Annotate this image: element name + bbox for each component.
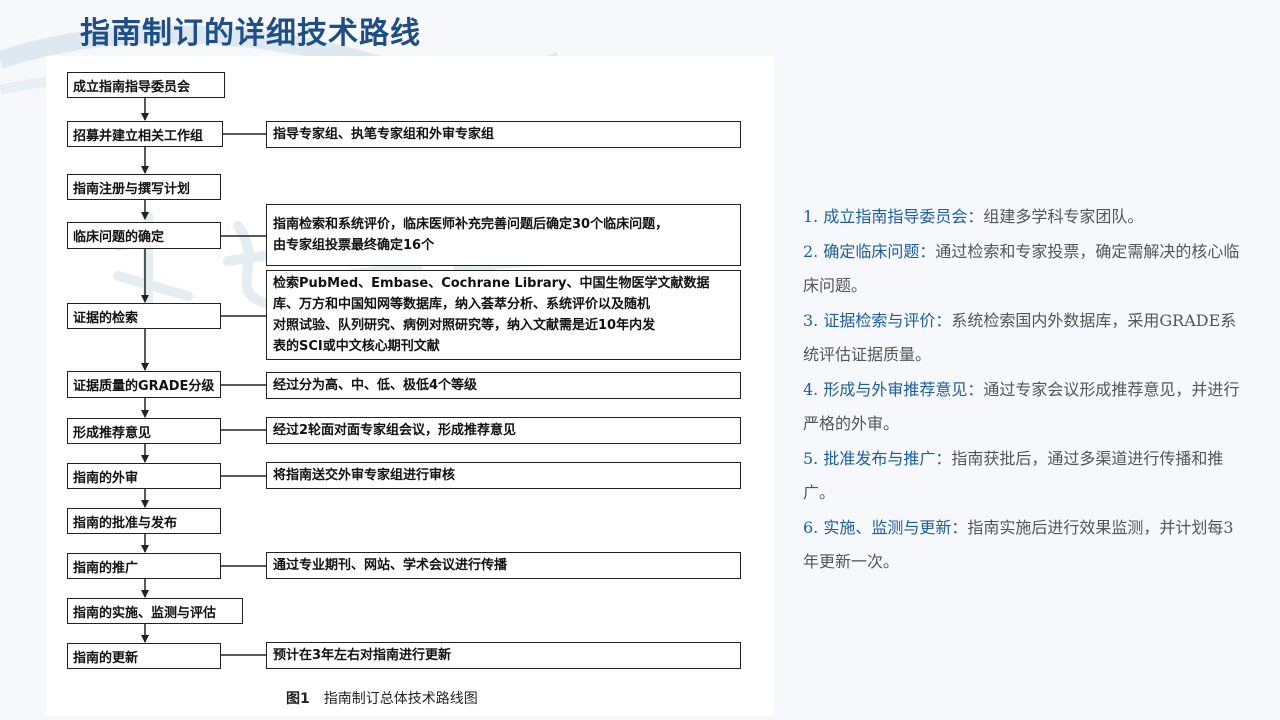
step-recommendation: 形成推荐意见: [67, 418, 221, 444]
page-title: 指南制订的详细技术路线: [80, 16, 421, 51]
note-clinical-question: 指南检索和系统评价，临床医师补充完善问题后确定30个临床问题， 由专家组投票最终…: [266, 204, 741, 266]
description-heading: 3. 证据检索与评价：: [803, 310, 952, 330]
step-registration: 指南注册与撰写计划: [67, 174, 221, 200]
description-heading: 6. 实施、监测与更新：: [803, 517, 968, 537]
description-heading: 5. 批准发布与推广：: [803, 448, 952, 468]
description-item: 3. 证据检索与评价：系统检索国内外数据库，采用GRADE系统评估证据质量。: [803, 304, 1243, 373]
figure-caption-text: 指南制订总体技术路线图: [323, 691, 478, 707]
note-search-line: 检索PubMed、Embase、Cochrane Library、中国生物医学文…: [273, 276, 710, 291]
flowchart-figure: 成立指南指导委员会 招募并建立相关工作组 指南注册与撰写计划 临床问题的确定 证…: [46, 56, 774, 716]
step-promotion: 指南的推广: [67, 553, 221, 579]
note-search-line: 库、万方和中国知网等数据库，纳入荟萃分析、系统评价以及随机: [273, 297, 651, 312]
note-evidence-search: 检索PubMed、Embase、Cochrane Library、中国生物医学文…: [266, 270, 741, 360]
note-question-line: 由专家组投票最终确定16个: [273, 238, 435, 253]
step-update: 指南的更新: [67, 643, 221, 669]
note-promotion: 通过专业期刊、网站、学术会议进行传播: [266, 552, 741, 579]
description-heading: 2. 确定临床问题：: [803, 241, 936, 261]
note-question-line: 指南检索和系统评价，临床医师补充完善问题后确定30个临床问题，: [273, 217, 669, 232]
note-update: 预计在3年左右对指南进行更新: [266, 642, 741, 669]
description-item: 1. 成立指南指导委员会：组建多学科专家团队。: [803, 200, 1243, 235]
description-item: 2. 确定临床问题：通过检索和专家投票，确定需解决的核心临床问题。: [803, 235, 1243, 304]
step-committee: 成立指南指导委员会: [67, 72, 225, 98]
step-implementation: 指南的实施、监测与评估: [67, 598, 243, 624]
note-search-line: 对照试验、队列研究、病例对照研究等，纳入文献需是近10年内发: [273, 318, 656, 333]
step-grade: 证据质量的GRADE分级: [67, 371, 221, 398]
note-grade: 经过分为高、中、低、极低4个等级: [266, 372, 741, 399]
step-clinical-question: 临床问题的确定: [67, 222, 221, 249]
step-evidence-search: 证据的检索: [67, 303, 221, 329]
figure-number: 图1: [286, 691, 310, 707]
note-external-review: 将指南送交外审专家组进行审核: [266, 462, 741, 489]
step-description-list: 1. 成立指南指导委员会：组建多学科专家团队。 2. 确定临床问题：通过检索和专…: [803, 200, 1243, 580]
note-workgroup: 指导专家组、执笔专家组和外审专家组: [266, 121, 741, 148]
figure-caption: 图1 指南制订总体技术路线图: [286, 688, 478, 708]
description-item: 5. 批准发布与推广：指南获批后，通过多渠道进行传播和推广。: [803, 442, 1243, 511]
step-workgroup: 招募并建立相关工作组: [67, 121, 223, 147]
description-body: 组建多学科专家团队。: [983, 207, 1144, 226]
note-recommendation: 经过2轮面对面专家组会议，形成推荐意见: [266, 417, 741, 444]
step-approval: 指南的批准与发布: [67, 508, 221, 534]
description-heading: 1. 成立指南指导委员会：: [803, 207, 984, 226]
description-item: 4. 形成与外审推荐意见：通过专家会议形成推荐意见，并进行严格的外审。: [803, 373, 1243, 442]
description-heading: 4. 形成与外审推荐意见：: [803, 379, 984, 399]
step-external-review: 指南的外审: [67, 463, 221, 489]
note-search-line: 表的SCI或中文核心期刊文献: [273, 339, 440, 354]
description-item: 6. 实施、监测与更新：指南实施后进行效果监测，并计划每3年更新一次。: [803, 511, 1243, 580]
